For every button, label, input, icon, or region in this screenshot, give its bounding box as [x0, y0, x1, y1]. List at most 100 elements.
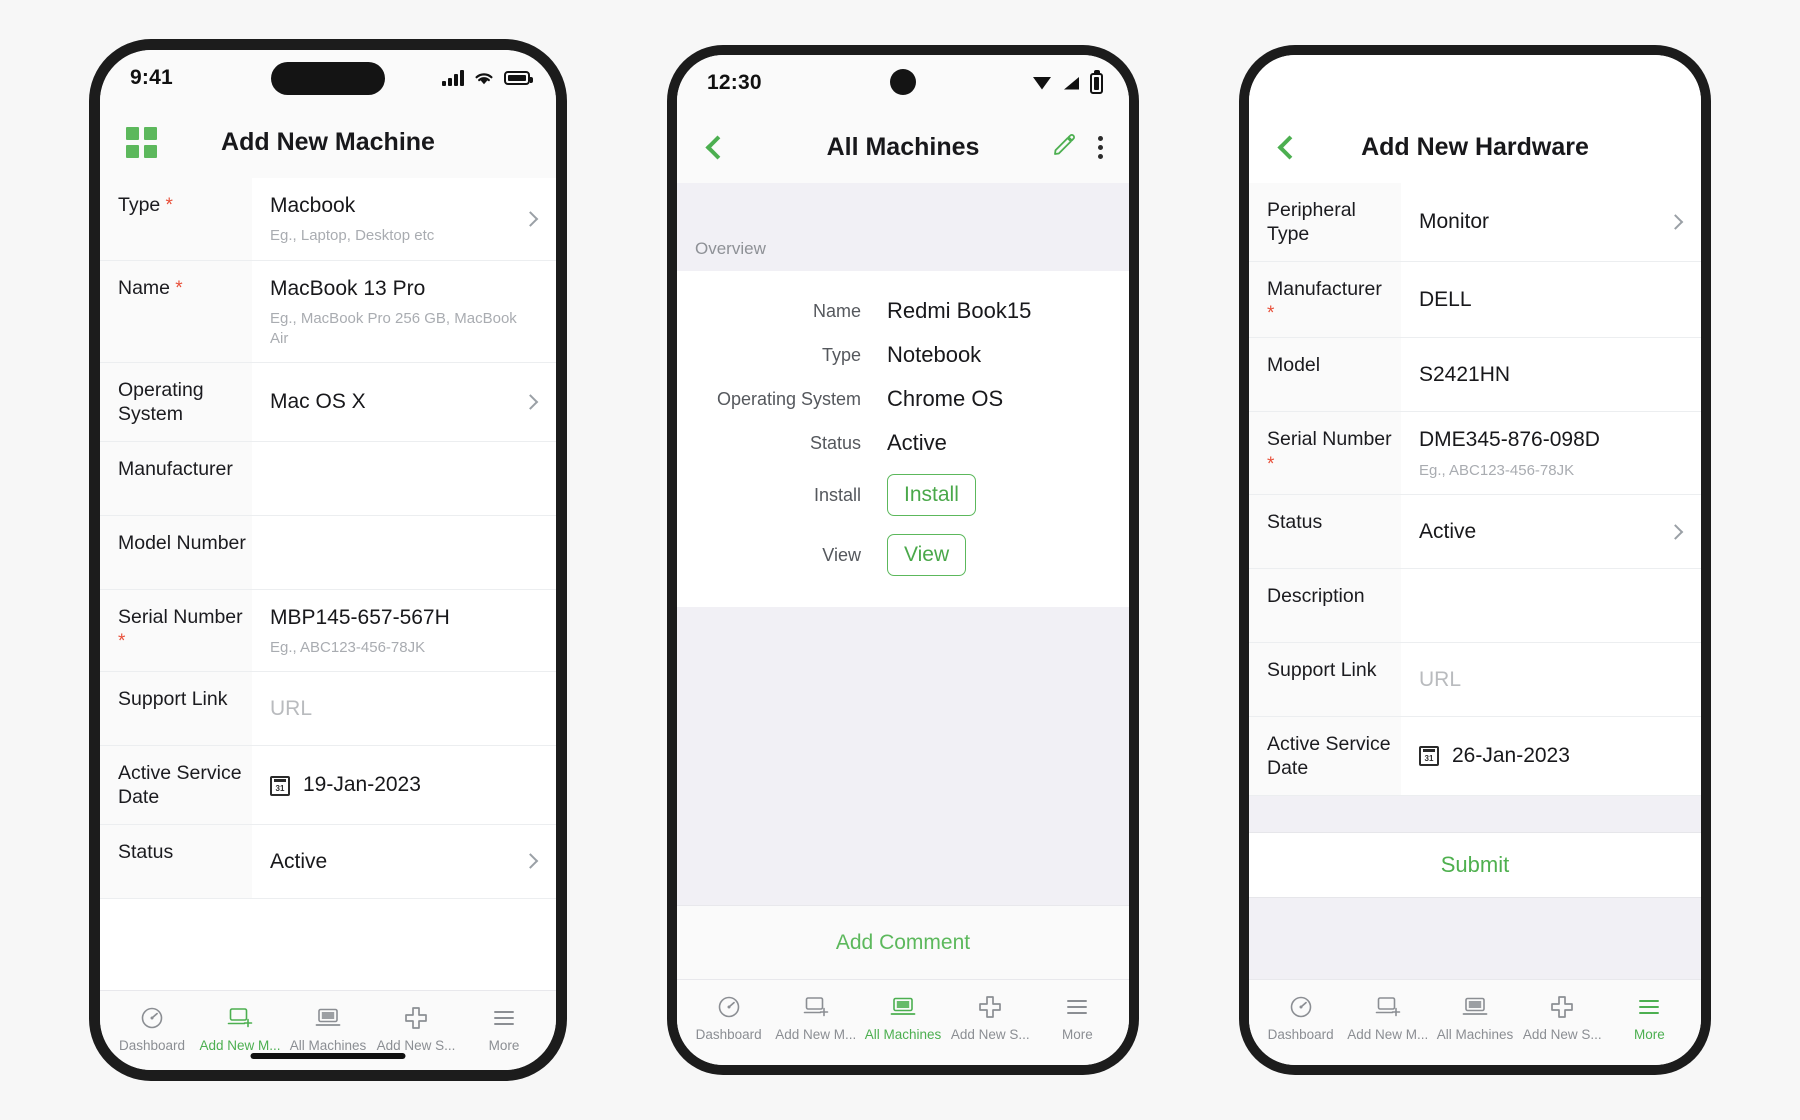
phone1-screen: 9:41 Add New Machine Type * Macbook Eg.,…	[100, 50, 556, 1070]
tab-label: More	[488, 1038, 520, 1053]
form-row-hint: Eg., Laptop, Desktop etc	[270, 227, 435, 245]
form-row-label: Support Link	[1249, 643, 1401, 717]
edit-button[interactable]	[1052, 133, 1076, 162]
tab-dashboard[interactable]: Dashboard	[108, 1005, 196, 1053]
form-row[interactable]: Name * MacBook 13 Pro Eg., MacBook Pro 256…	[100, 260, 556, 363]
form-row[interactable]: Description	[1249, 569, 1701, 644]
tab-label: Add New M...	[1347, 1027, 1429, 1042]
tab-add-new-m[interactable]: Add New M...	[196, 1005, 284, 1053]
form-row-label-text: Active Service Date	[118, 762, 242, 809]
form-row-value-text: Macbook	[270, 194, 356, 217]
wifi-icon	[475, 73, 493, 85]
tab-label: Dashboard	[1267, 1027, 1334, 1042]
page-title: Add New Machine	[221, 127, 435, 156]
form-row-label-text: Operating System	[118, 379, 204, 425]
tab-add-new-s[interactable]: Add New S...	[372, 1005, 460, 1053]
form-row[interactable]: Peripheral Type Monitor	[1249, 183, 1701, 262]
form-row-label: Manufacturer *	[1249, 261, 1401, 338]
tab-add-new-m[interactable]: Add New M...	[772, 994, 859, 1042]
form-row-value[interactable]: 31 26-Jan-2023	[1401, 717, 1701, 795]
form-row-value[interactable]: Monitor	[1401, 183, 1701, 261]
submit-button[interactable]: Submit	[1249, 831, 1701, 898]
form-row-label-text: Active Service Date	[1267, 733, 1391, 779]
tab-all-machines[interactable]: All Machines	[1431, 994, 1518, 1042]
form-row[interactable]: Active Service Date 31 19-Jan-2023	[100, 746, 556, 825]
tab-more[interactable]: More	[460, 1005, 548, 1053]
form-row-value-text: Monitor	[1419, 210, 1490, 234]
laptop-icon	[1461, 994, 1489, 1020]
value-with-icon: 31 26-Jan-2023	[1419, 743, 1681, 769]
detail-row-value: Active	[887, 430, 947, 455]
form-row[interactable]: Support Link URL	[1249, 643, 1701, 718]
tab-all-machines[interactable]: All Machines	[859, 994, 946, 1042]
phone-mockup-all-machines: 12:30 All Machines Overview Name Redmi B…	[667, 45, 1139, 1075]
form-row-label-text: Serial Number	[118, 605, 243, 628]
form-row-value[interactable]: Active	[252, 824, 556, 898]
form-row[interactable]: Serial Number * MBP145-657-567H Eg., ABC123…	[100, 589, 556, 673]
tab-dashboard[interactable]: Dashboard	[685, 994, 772, 1042]
detail-row: Type Notebook	[677, 333, 1129, 377]
plus-icon	[977, 994, 1003, 1020]
kebab-menu-icon[interactable]	[1098, 135, 1103, 159]
form-row-value-text: Active	[1419, 519, 1477, 543]
tab-more[interactable]: More	[1606, 994, 1693, 1042]
form-row-value[interactable]	[252, 515, 556, 589]
form-row[interactable]: Status Active	[100, 824, 556, 899]
tab-dashboard[interactable]: Dashboard	[1257, 994, 1344, 1042]
form-row-label-text: Manufacturer	[118, 457, 233, 480]
form-row-value[interactable]: DME345-876-098D Eg., ABC123-456-78JK	[1401, 412, 1701, 495]
form-row[interactable]: Status Active	[1249, 495, 1701, 570]
form-row-value[interactable]: Mac OS X	[252, 363, 556, 441]
add-comment-button[interactable]: Add Comment	[677, 905, 1129, 979]
form-row-value[interactable]: URL	[252, 672, 556, 746]
form-row-value[interactable]: Macbook Eg., Laptop, Desktop etc	[252, 178, 556, 260]
form-row-value[interactable]: S2421HN	[1401, 338, 1701, 412]
form-row-value[interactable]	[1401, 569, 1701, 643]
tab-all-machines[interactable]: All Machines	[284, 1005, 372, 1053]
tab-more[interactable]: More	[1034, 994, 1121, 1042]
form-row-label: Operating System	[100, 363, 252, 441]
form-row[interactable]: Support Link URL	[100, 672, 556, 747]
tab-add-new-s[interactable]: Add New S...	[1519, 994, 1606, 1042]
form-row-label: Serial Number *	[1249, 412, 1401, 495]
form-row[interactable]: Manufacturer * DELL	[1249, 261, 1701, 339]
grid-menu-button[interactable]	[126, 126, 157, 158]
form-row-value[interactable]: 31 19-Jan-2023	[252, 746, 556, 824]
detail-row: Status Active	[677, 421, 1129, 465]
form-row-value[interactable]: URL	[1401, 643, 1701, 717]
detail-empty-area	[677, 607, 1129, 905]
form-row-label: Active Service Date	[100, 746, 252, 824]
form-row-value[interactable]: MBP145-657-567H Eg., ABC123-456-78JK	[252, 589, 556, 672]
form-row[interactable]: Type * Macbook Eg., Laptop, Desktop etc	[100, 178, 556, 261]
install-button[interactable]: Install	[887, 474, 976, 516]
form-row-value[interactable]: Active	[1401, 495, 1701, 569]
form-row[interactable]: Model Number	[100, 515, 556, 590]
form-row-value[interactable]: MacBook 13 Pro Eg., MacBook Pro 256 GB, M…	[252, 260, 556, 362]
tab-add-new-m[interactable]: Add New M...	[1344, 994, 1431, 1042]
form-row-label: Model Number	[100, 515, 252, 589]
form-row[interactable]: Active Service Date 31 26-Jan-2023	[1249, 717, 1701, 796]
camera-punch-hole	[890, 69, 916, 95]
page-title: Add New Hardware	[1361, 132, 1589, 161]
tab-label: Add New S...	[376, 1038, 456, 1053]
form-row-hint: Eg., MacBook Pro 256 GB, MacBook Air	[270, 310, 517, 347]
form-row-label-text: Support Link	[1267, 659, 1377, 682]
tab-label: Dashboard	[695, 1027, 762, 1042]
form-row-value[interactable]: DELL	[1401, 261, 1701, 338]
form-row-label-text: Manufacturer	[1267, 277, 1382, 300]
phone3-form: Peripheral Type Monitor Manufacturer * DELL M…	[1249, 183, 1701, 796]
form-row[interactable]: Manufacturer	[100, 441, 556, 516]
form-row[interactable]: Model S2421HN	[1249, 338, 1701, 413]
required-indicator: *	[1267, 454, 1275, 476]
form-row-value[interactable]	[252, 441, 556, 515]
back-button[interactable]	[1275, 134, 1302, 160]
value-with-icon: 31 19-Jan-2023	[270, 772, 536, 798]
phone3-screen: Add New Hardware Peripheral Type Monitor M…	[1249, 55, 1701, 1065]
form-row[interactable]: Serial Number * DME345-876-098D Eg., ABC123…	[1249, 412, 1701, 496]
back-button[interactable]	[703, 134, 730, 160]
form-row-label: Support Link	[100, 672, 252, 746]
form-row-label-text: Serial Number	[1267, 428, 1392, 451]
view-button[interactable]: View	[887, 534, 967, 576]
tab-add-new-s[interactable]: Add New S...	[947, 994, 1034, 1042]
form-row[interactable]: Operating System Mac OS X	[100, 363, 556, 442]
